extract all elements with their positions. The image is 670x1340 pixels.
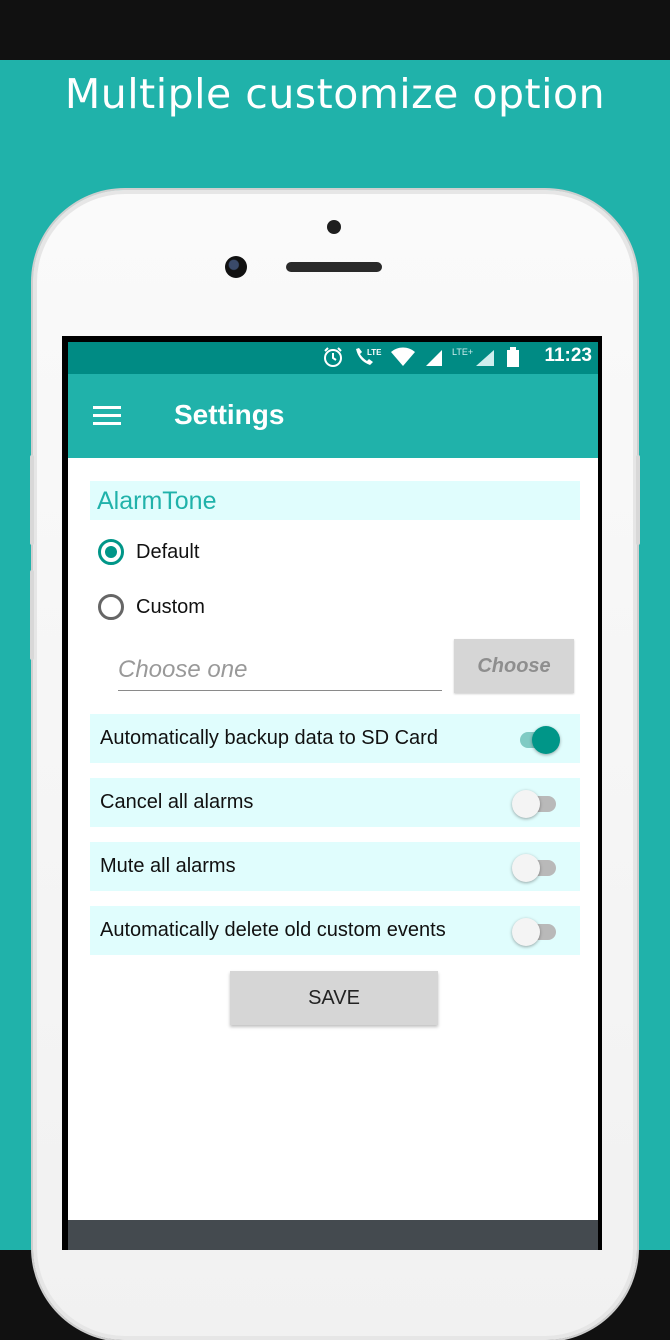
svg-text:LTE: LTE — [367, 348, 382, 357]
radio-default[interactable]: Default — [98, 537, 199, 567]
radio-custom-label: Custom — [136, 595, 205, 618]
setting-row-backup: Automatically backup data to SD Card — [90, 714, 580, 763]
lte-call-icon: LTE — [356, 348, 382, 365]
setting-label: Mute all alarms — [100, 855, 236, 877]
cancel-alarms-toggle[interactable] — [512, 790, 556, 818]
phone-sensor — [327, 220, 341, 234]
settings-content: AlarmTone Default Custom Choose Automati… — [68, 458, 598, 1220]
choose-button[interactable]: Choose — [454, 639, 574, 693]
delete-events-toggle[interactable] — [512, 918, 556, 946]
phone-power-button — [636, 455, 640, 545]
phone-side-button — [30, 455, 34, 545]
android-nav-bar — [68, 1220, 598, 1250]
mute-alarms-toggle[interactable] — [512, 854, 556, 882]
setting-label: Automatically backup data to SD Card — [100, 727, 438, 749]
app-bar: Settings — [68, 374, 598, 458]
lte-plus-signal-icon: LTE+ — [452, 347, 494, 366]
signal-icon — [426, 350, 442, 366]
alarm-tone-section-header: AlarmTone — [90, 481, 580, 520]
setting-row-delete-events: Automatically delete old custom events — [90, 906, 580, 955]
setting-label: Cancel all alarms — [100, 791, 254, 813]
backup-toggle[interactable] — [516, 726, 560, 754]
phone-side-button — [30, 570, 34, 660]
promo-title: Multiple customize option — [64, 70, 606, 118]
wifi-icon — [391, 347, 415, 366]
setting-label: Automatically delete old custom events — [100, 919, 446, 941]
battery-icon — [507, 347, 519, 367]
setting-row-cancel-alarms: Cancel all alarms — [90, 778, 580, 827]
radio-button-unchecked[interactable] — [98, 594, 124, 620]
status-icons: LTE LTE+ — [322, 346, 520, 368]
phone-camera — [225, 256, 247, 278]
page-title: Settings — [174, 399, 285, 430]
svg-text:LTE+: LTE+ — [452, 347, 473, 357]
setting-row-mute-alarms: Mute all alarms — [90, 842, 580, 891]
alarm-clock-icon — [324, 347, 342, 367]
top-black-bar — [0, 0, 670, 60]
status-time: 11:23 — [544, 345, 592, 366]
phone-speaker — [286, 262, 382, 272]
alarm-tone-heading: AlarmTone — [97, 487, 217, 515]
radio-button-checked[interactable] — [98, 539, 124, 565]
radio-custom[interactable]: Custom — [98, 592, 205, 622]
radio-default-label: Default — [136, 540, 200, 563]
hamburger-menu-icon[interactable] — [93, 406, 121, 426]
save-button[interactable]: SAVE — [230, 971, 438, 1025]
custom-tone-input[interactable] — [118, 650, 442, 691]
status-bar: LTE LTE+ 11:23 — [68, 342, 598, 374]
